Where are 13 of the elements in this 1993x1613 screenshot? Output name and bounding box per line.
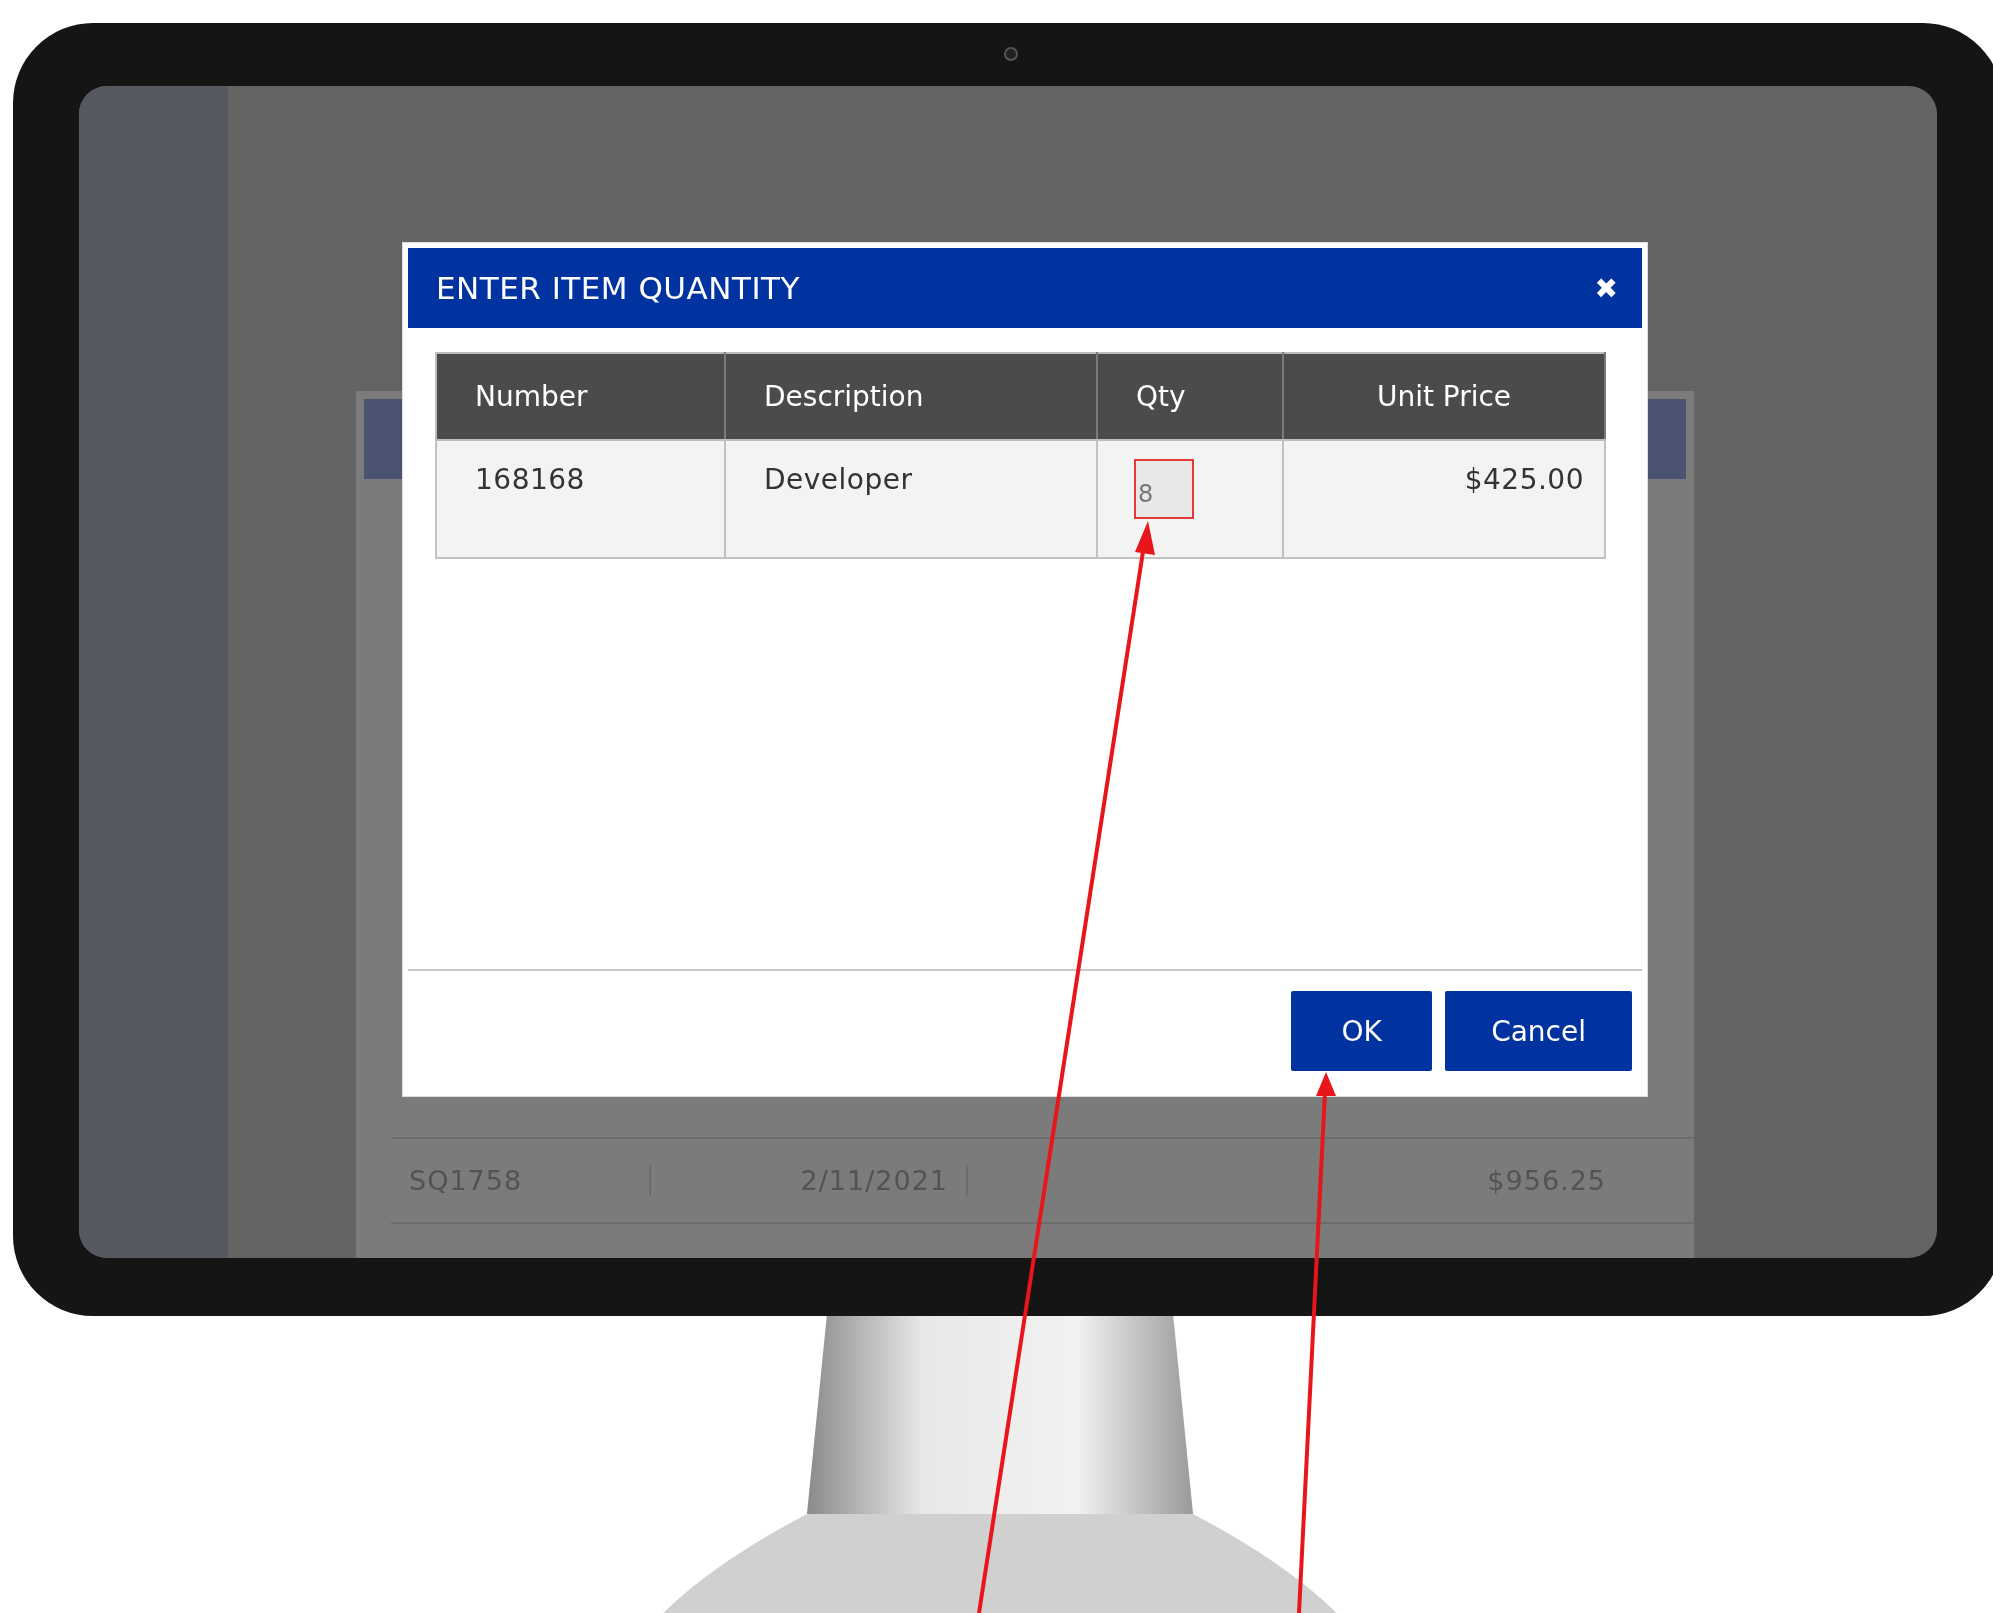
cancel-button[interactable]: Cancel [1445, 991, 1632, 1071]
column-header: Unit Price [1283, 353, 1605, 440]
quantity-input[interactable]: 8 [1134, 459, 1194, 519]
column-header: Number [436, 353, 725, 440]
column-header: Description [725, 353, 1097, 440]
table-cell: Developer [725, 440, 1097, 558]
camera-icon [1004, 47, 1018, 61]
close-button[interactable]: ✖ [1594, 271, 1618, 305]
table-cell: $425.00 [1283, 440, 1605, 558]
table-cell: 168168 [436, 440, 725, 558]
dialog-title: ENTER ITEM QUANTITY [436, 270, 800, 306]
ok-button[interactable]: OK [1291, 991, 1433, 1071]
column-header: Qty [1097, 353, 1283, 440]
